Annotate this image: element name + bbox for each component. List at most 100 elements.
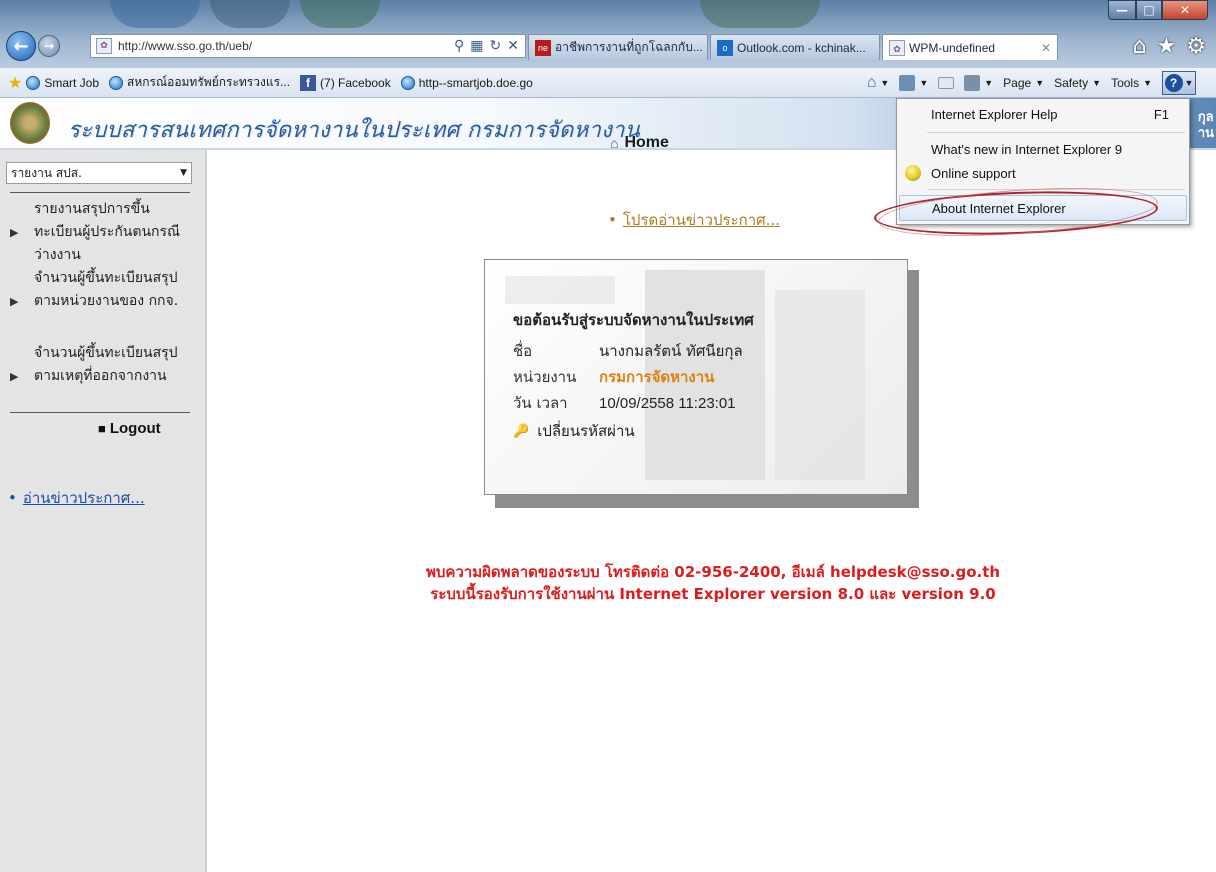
back-arrow-icon: ←	[13, 35, 29, 57]
page-menu-label: Page	[1003, 76, 1032, 90]
building-background	[505, 276, 615, 304]
favorite-facebook[interactable]: f (7) Facebook	[300, 74, 391, 91]
tab-label: Outlook.com - kchinak...	[737, 40, 866, 55]
minimize-button[interactable]: —	[1108, 0, 1136, 20]
menu-item-label: About Internet Explorer	[932, 200, 1066, 216]
menu-item-label: Internet Explorer Help	[931, 106, 1058, 122]
desktop-decoration	[110, 0, 200, 28]
main-news-link[interactable]: โปรดอ่านข่าวประกาศ...	[623, 211, 780, 229]
print-dropdown[interactable]: ▼	[964, 75, 993, 91]
sidebar-item-unemployment-summary[interactable]: ▶ รายงานสรุปการขึ้นทะเบียนผู้ประกันตนกรณ…	[10, 198, 190, 267]
favorite-smart-job[interactable]: Smart Job	[26, 75, 100, 90]
desktop-decoration	[700, 0, 820, 28]
favorite-label: (7) Facebook	[320, 75, 391, 90]
favorite-smartjob-doe[interactable]: http--smartjob.doe.go	[400, 75, 533, 90]
maximize-button[interactable]: □	[1136, 0, 1162, 20]
sidebar: รายงาน สปส. ▼ ▶ รายงานสรุปการขึ้นทะเบียน…	[0, 150, 207, 872]
divider	[10, 192, 190, 193]
help-question-icon: ?	[1164, 74, 1183, 92]
menu-separator	[927, 189, 1185, 190]
home-icon: ⌂	[610, 135, 619, 151]
help-menu-button[interactable]: ? ▼	[1162, 71, 1196, 95]
tab-label: อาชีพการงานที่ถูกโฉลกกับ...	[555, 40, 703, 54]
command-bar: ⌂ ▼ ▼ ▼ Page ▼ Safety ▼ Tools ▼ ? ▼	[867, 68, 1196, 98]
ie-icon	[26, 75, 41, 90]
rss-feed-icon	[899, 75, 916, 91]
favorite-label: สหกรณ์ออมทรัพย์กระทรวงแร...	[127, 75, 291, 89]
datetime-value: 10/09/2558 11:23:01	[599, 394, 736, 412]
menu-item-about-ie[interactable]: About Internet Explorer	[899, 195, 1187, 221]
menu-item-ie-help[interactable]: Internet Explorer Help F1	[897, 101, 1189, 127]
home-icon[interactable]: ⌂	[1133, 34, 1147, 59]
organization-row: หน่วยงาน กรมการจัดหางาน	[513, 364, 754, 390]
favorites-star-icon[interactable]: ★	[1157, 34, 1177, 59]
welcome-card-body: ขอต้อนรับสู่ระบบจัดหางานในประเทศ ชื่อ นา…	[513, 308, 754, 444]
sidebar-item-by-reason[interactable]: ▶ จำนวนผู้ขึ้นทะเบียนสรุปตามเหตุที่ออกจา…	[10, 342, 190, 411]
compatibility-view-icon[interactable]: ▦	[470, 38, 483, 54]
sidebar-news-link[interactable]: อ่านข่าวประกาศ...	[23, 489, 145, 507]
favorite-label: Smart Job	[44, 75, 100, 90]
tab-wpm[interactable]: ✿ WPM-undefined ✕	[882, 34, 1058, 60]
home-link[interactable]: ⌂ Home	[610, 134, 669, 152]
browser-title-bar: — □ ✕ ← → ✿ http://www.sso.go.th/ueb/ ⚲ …	[0, 0, 1216, 68]
desktop-decoration	[210, 0, 290, 28]
online-support-icon	[905, 165, 921, 181]
favorite-cooperative[interactable]: สหกรณ์ออมทรัพย์กระทรวงแร...	[109, 73, 290, 92]
feeds-dropdown[interactable]: ▼	[899, 75, 928, 91]
welcome-card: ขอต้อนรับสู่ระบบจัดหางานในประเทศ ชื่อ นา…	[484, 259, 908, 495]
browser-toolbar-icons: ⌂ ★ ⚙	[1133, 34, 1206, 59]
site-title: ระบบสารสนเทศการจัดหางานในประเทศ กรมการจั…	[68, 118, 641, 143]
datetime-label: วัน เวลา	[513, 394, 568, 412]
forward-button[interactable]: →	[38, 35, 60, 57]
search-icon[interactable]: ⚲	[454, 38, 464, 54]
address-bar[interactable]: ✿ http://www.sso.go.th/ueb/ ⚲ ▦ ↻ ✕	[90, 34, 526, 58]
forward-arrow-icon: →	[43, 39, 55, 53]
facebook-icon: f	[300, 74, 317, 91]
close-window-button[interactable]: ✕	[1162, 0, 1208, 20]
address-text[interactable]: http://www.sso.go.th/ueb/	[118, 39, 454, 53]
read-mail-button[interactable]	[938, 77, 955, 89]
change-password-link[interactable]: 🔑 เปลี่ยนรหัสผ่าน	[513, 418, 754, 444]
logout-button[interactable]: ■ Logout	[98, 420, 161, 437]
report-menu: ▶ รายงานสรุปการขึ้นทะเบียนผู้ประกันตนกรณ…	[10, 198, 190, 411]
banner-right-line-1: กุล	[1197, 110, 1214, 125]
home-dropdown[interactable]: ⌂ ▼	[867, 74, 890, 92]
refresh-icon[interactable]: ↻	[490, 38, 502, 54]
logout-label: Logout	[109, 420, 161, 437]
report-type-select[interactable]: รายงาน สปส. ▼	[6, 162, 192, 184]
tools-menu[interactable]: Tools ▼	[1111, 76, 1152, 90]
favorites-add-icon[interactable]: ★	[8, 73, 22, 93]
menu-item-shortcut: F1	[1153, 106, 1169, 122]
settings-gear-icon[interactable]: ⚙	[1186, 34, 1206, 59]
divider	[10, 412, 190, 413]
tab-news[interactable]: ne อาชีพการงานที่ถูกโฉลกกับ...	[528, 34, 708, 60]
sidebar-item-by-agency[interactable]: ▶ จำนวนผู้ขึ้นทะเบียนสรุปตามหน่วยงานของ …	[10, 267, 190, 342]
square-bullet-icon: ■	[98, 421, 106, 436]
bullet-icon: •	[608, 211, 617, 229]
error-contact-message: พบความผิดพลาดของระบบ โทรติดต่อ 02-956-24…	[425, 563, 1001, 581]
menu-item-label: Online support	[931, 165, 1016, 181]
tab-outlook[interactable]: o Outlook.com - kchinak...	[710, 34, 880, 60]
ie-icon	[400, 75, 415, 90]
building-background	[775, 290, 865, 480]
page-menu[interactable]: Page ▼	[1003, 76, 1044, 90]
safety-menu[interactable]: Safety ▼	[1054, 76, 1101, 90]
home-link-label: Home	[624, 134, 669, 151]
welcome-title: ขอต้อนรับสู่ระบบจัดหางานในประเทศ	[513, 311, 754, 329]
window-controls: — □ ✕	[1108, 0, 1208, 22]
menu-item-online-support[interactable]: Online support	[897, 160, 1189, 186]
change-password-label: เปลี่ยนรหัสผ่าน	[537, 422, 635, 440]
news-icon: ne	[535, 39, 551, 56]
outlook-icon: o	[717, 39, 733, 56]
desktop-decoration	[300, 0, 380, 28]
tools-menu-label: Tools	[1111, 76, 1140, 90]
back-button[interactable]: ←	[6, 31, 36, 61]
main-news: • โปรดอ่านข่าวประกาศ...	[608, 208, 780, 232]
department-seal-logo	[10, 102, 50, 144]
triangle-right-icon: ▶	[10, 295, 19, 308]
organization-value: กรมการจัดหางาน	[599, 368, 715, 386]
sso-icon: ✿	[889, 39, 905, 56]
menu-item-whats-new[interactable]: What's new in Internet Explorer 9	[897, 136, 1189, 162]
stop-icon[interactable]: ✕	[507, 38, 519, 54]
close-tab-icon[interactable]: ✕	[1033, 41, 1051, 55]
